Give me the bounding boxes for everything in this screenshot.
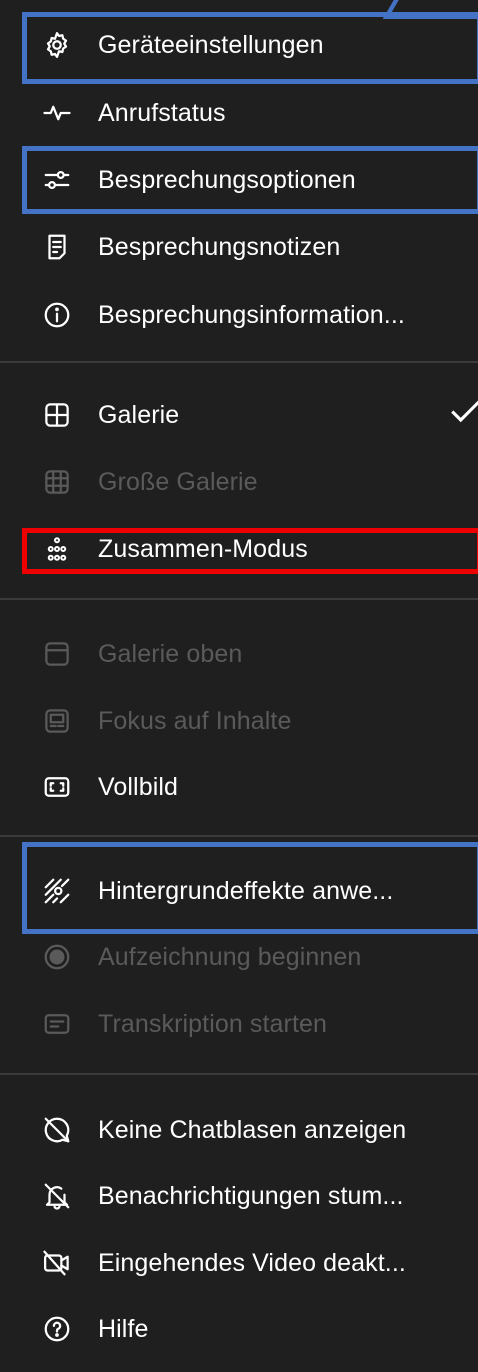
menu-item-label: Anrufstatus [98,98,226,127]
transcript-icon [40,1007,74,1041]
chat-bubble-off-icon [40,1113,74,1147]
menu-item-label: Hilfe [98,1314,149,1343]
info-icon [40,298,74,332]
menu-item-label: Galerie [98,400,180,429]
together-mode-icon [40,532,74,566]
menu-item-label: Transkription starten [98,1009,328,1038]
menu-item-meeting-info[interactable]: Besprechungsinformation... [0,286,478,344]
menu-item-label: Besprechungsoptionen [98,165,356,194]
menu-item-label: Keine Chatblasen anzeigen [98,1115,407,1144]
menu-item-label: Fokus auf Inhalte [98,706,292,735]
menu-item-start-recording[interactable]: Aufzeichnung beginnen [0,928,478,986]
menu-item-meeting-notes[interactable]: Besprechungsnotizen [0,218,478,276]
background-effects-icon [40,874,74,908]
checkmark-icon [448,397,478,434]
menu-item-fullscreen[interactable]: Vollbild [0,758,478,816]
fullscreen-icon [40,770,74,804]
menu-separator [0,1073,478,1075]
menu-separator [0,361,478,363]
menu-item-label: Benachrichtigungen stum... [98,1181,404,1210]
video-off-icon [40,1246,74,1280]
sliders-icon [40,163,74,197]
large-gallery-icon [40,465,74,499]
help-icon [40,1312,74,1346]
menu-item-together-mode[interactable]: Zusammen-Modus [0,520,478,578]
menu-item-label: Hintergrundeffekte anwe... [98,876,394,905]
menu-item-label: Zusammen-Modus [98,534,308,563]
pulse-icon [40,96,74,130]
menu-item-label: Eingehendes Video deakt... [98,1248,406,1277]
menu-item-label: Besprechungsinformation... [98,300,405,329]
menu-item-label: Galerie oben [98,639,243,668]
menu-separator [0,598,478,600]
menu-item-start-transcription[interactable]: Transkription starten [0,995,478,1053]
menu-item-meeting-options[interactable]: Besprechungsoptionen [0,151,478,209]
bell-off-icon [40,1179,74,1213]
menu-item-label: Besprechungsnotizen [98,232,341,261]
menu-item-background-effects[interactable]: Hintergrundeffekte anwe... [0,862,478,920]
menu-item-label: Aufzeichnung beginnen [98,942,362,971]
menu-item-call-status[interactable]: Anrufstatus [0,84,478,142]
menu-item-disable-incoming-video[interactable]: Eingehendes Video deakt... [0,1234,478,1292]
more-actions-menu: Geräteeinstellungen Anrufstatus Besprech… [0,0,478,1372]
gallery-icon [40,398,74,432]
notes-icon [40,230,74,264]
focus-icon [40,704,74,738]
menu-item-gallery-top[interactable]: Galerie oben [0,625,478,683]
menu-item-mute-notifications[interactable]: Benachrichtigungen stum... [0,1167,478,1225]
gallery-top-icon [40,637,74,671]
menu-item-hide-chat-bubbles[interactable]: Keine Chatblasen anzeigen [0,1101,478,1159]
menu-item-label: Große Galerie [98,467,258,496]
record-icon [40,940,74,974]
menu-item-device-settings[interactable]: Geräteeinstellungen [0,16,478,74]
menu-separator [0,835,478,837]
menu-item-gallery[interactable]: Galerie [0,386,478,444]
menu-item-label: Geräteeinstellungen [98,30,324,59]
menu-item-large-gallery[interactable]: Große Galerie [0,453,478,511]
gear-icon [40,28,74,62]
menu-item-help[interactable]: Hilfe [0,1300,478,1358]
menu-item-focus-content[interactable]: Fokus auf Inhalte [0,692,478,750]
menu-item-label: Vollbild [98,772,179,801]
